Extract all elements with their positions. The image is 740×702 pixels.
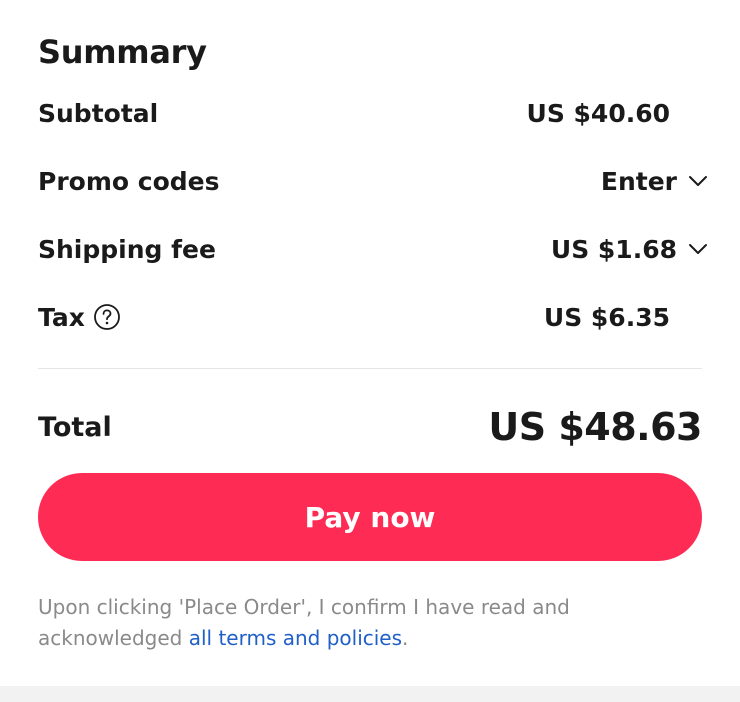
subtotal-value-wrap: US $40.60 — [527, 99, 702, 128]
summary-divider — [38, 368, 702, 369]
total-row: Total US $48.63 — [38, 402, 702, 452]
total-value: US $48.63 — [488, 405, 702, 449]
shipping-fee-label: Shipping fee — [38, 234, 216, 264]
subtotal-row: Subtotal US $40.60 — [38, 93, 702, 133]
help-circle-icon[interactable] — [93, 303, 121, 331]
terms-disclaimer: Upon clicking 'Place Order', I confirm I… — [38, 592, 702, 654]
promo-codes-value[interactable]: Enter — [601, 167, 677, 196]
footer-strip — [0, 686, 740, 702]
pay-now-button[interactable]: Pay now — [38, 473, 702, 561]
chevron-down-icon[interactable] — [687, 170, 709, 192]
total-label: Total — [38, 411, 112, 443]
shipping-fee-value[interactable]: US $1.68 — [551, 235, 677, 264]
summary-title: Summary — [38, 33, 207, 71]
promo-codes-row[interactable]: Promo codes Enter — [38, 161, 707, 201]
chevron-down-icon[interactable] — [687, 238, 709, 260]
disclaimer-period: . — [402, 626, 409, 650]
subtotal-value: US $40.60 — [526, 98, 670, 128]
tax-value-wrap: US $6.35 — [544, 303, 702, 332]
tax-row: Tax US $6.35 — [38, 297, 702, 337]
tax-value: US $6.35 — [543, 302, 670, 332]
tax-label: Tax — [38, 302, 85, 332]
promo-codes-label: Promo codes — [38, 166, 220, 196]
shipping-fee-toggle[interactable]: US $1.68 — [551, 235, 707, 264]
order-summary-panel: Summary Subtotal US $40.60 Promo codes E… — [0, 0, 740, 686]
terms-policies-link[interactable]: all terms and policies — [189, 626, 402, 650]
subtotal-label: Subtotal — [38, 98, 159, 128]
tax-label-wrap: Tax — [38, 303, 121, 332]
shipping-fee-row[interactable]: Shipping fee US $1.68 — [38, 229, 707, 269]
promo-codes-toggle[interactable]: Enter — [601, 167, 707, 196]
